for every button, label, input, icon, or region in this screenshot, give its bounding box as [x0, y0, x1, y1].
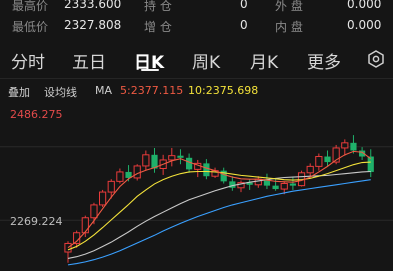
active-tab-indicator: [141, 69, 159, 71]
kline-chart[interactable]: 2486.275 2269.224: [0, 100, 393, 267]
tab-weekly-k[interactable]: 周K: [192, 48, 220, 73]
candle: [151, 147, 158, 173]
candle: [237, 180, 245, 193]
candle: [306, 163, 314, 177]
candle: [254, 176, 262, 188]
high-price-value: 2333.600: [64, 0, 122, 11]
candle: [142, 150, 150, 171]
candle: [246, 179, 253, 190]
candle: [107, 179, 115, 199]
candle: [116, 168, 124, 184]
candle: [168, 147, 176, 167]
tab-five-day[interactable]: 五日: [72, 48, 106, 73]
open-interest-label: 持 仓: [144, 0, 172, 13]
low-price-value: 2327.808: [64, 18, 122, 32]
position-change-label: 增 仓: [144, 20, 172, 34]
open-interest-value: 0: [240, 0, 248, 11]
inner-volume-value: 0.000: [347, 18, 382, 32]
candle: [289, 177, 296, 190]
position-change-value: 0: [240, 18, 248, 32]
tab-divider: [0, 78, 393, 79]
candle: [367, 149, 374, 178]
tab-more[interactable]: 更多: [307, 48, 341, 73]
price-mid-label: 2269.224: [10, 215, 63, 228]
tab-intraday[interactable]: 分时: [11, 48, 45, 73]
kline-svg: [0, 135, 393, 266]
overlay-button[interactable]: 叠加: [8, 84, 30, 100]
indicator-bar: 叠加 设均线 MA 5:2377.115 10:2375.698: [0, 82, 393, 100]
ma5-value: 5:2377.115: [120, 84, 184, 97]
period-tab-bar: 分时 五日 日K 周K 月K 更多: [0, 40, 393, 78]
ma10-value: 10:2375.698: [188, 84, 259, 97]
candle: [315, 153, 323, 171]
tab-monthly-k[interactable]: 月K: [250, 48, 278, 73]
candle: [194, 159, 202, 178]
candle: [341, 139, 349, 156]
low-price-label: 最低价: [12, 20, 49, 34]
inner-volume-label: 内 盘: [275, 20, 303, 34]
candle: [211, 167, 219, 178]
ma-label: MA: [95, 84, 113, 97]
candle: [177, 149, 184, 165]
quote-stats-panel: 最高价 2333.600 持 仓 0 外 盘 0.000 最低价 2327.80…: [0, 0, 393, 38]
candle: [263, 173, 271, 190]
ma5-line: [67, 150, 372, 249]
candle: [99, 189, 107, 208]
outer-volume-label: 外 盘: [275, 0, 303, 13]
high-price-label: 最高价: [12, 0, 49, 13]
candle: [64, 241, 72, 263]
outer-volume-value: 0.000: [347, 0, 382, 11]
candle: [324, 150, 331, 167]
candle: [229, 176, 236, 191]
candle: [350, 135, 357, 154]
candle: [297, 170, 306, 187]
hexagon-settings-icon[interactable]: [366, 49, 386, 69]
price-high-label: 2486.275: [10, 108, 63, 121]
set-ma-button[interactable]: 设均线: [44, 84, 77, 100]
